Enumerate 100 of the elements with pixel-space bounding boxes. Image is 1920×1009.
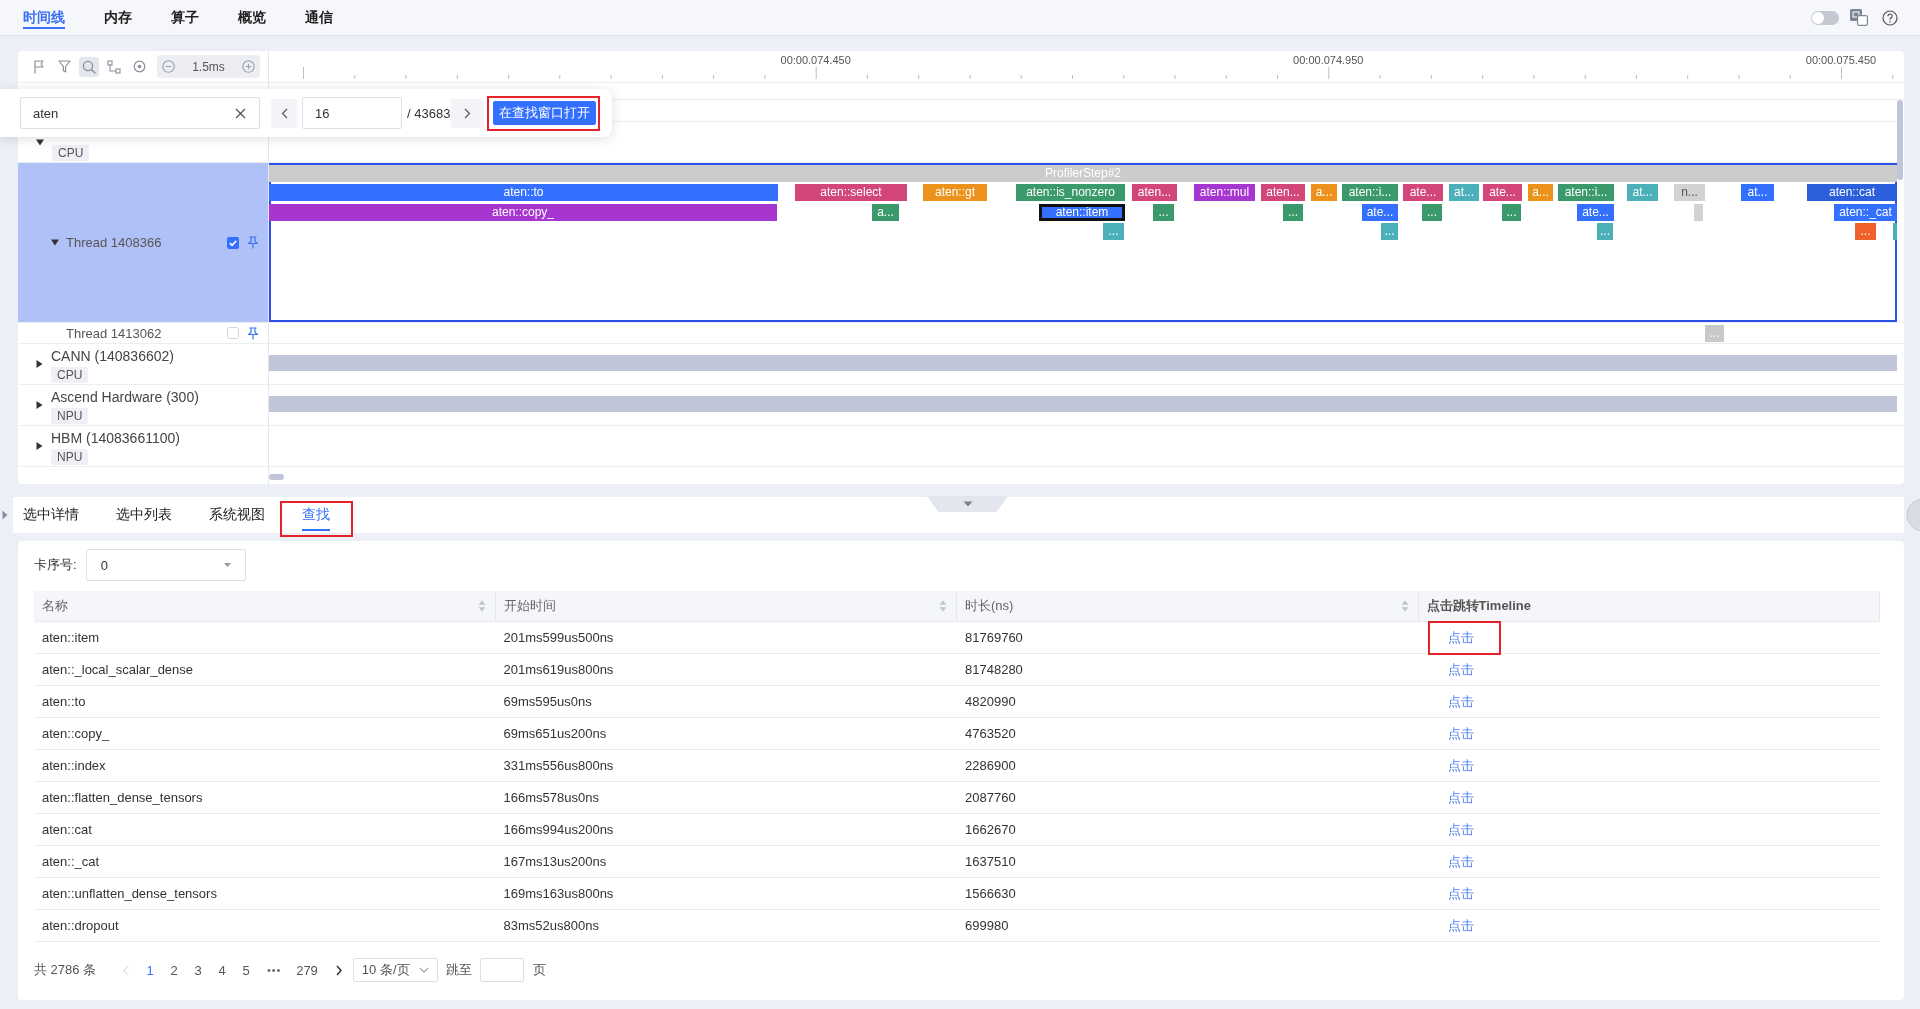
avatar-icon[interactable]: [1906, 498, 1920, 532]
jump-link[interactable]: 点击: [1447, 661, 1474, 678]
sort-icon[interactable]: [1400, 600, 1409, 612]
time-label: 00:00.075.450: [1805, 54, 1877, 66]
tab[interactable]: 查找: [302, 497, 330, 533]
tool-button[interactable]: [79, 56, 99, 77]
page-button[interactable]: 1: [138, 958, 163, 982]
jump-link[interactable]: 点击: [1447, 885, 1474, 902]
clear-icon[interactable]: [235, 107, 246, 119]
jump-link[interactable]: 点击: [1447, 629, 1474, 646]
sort-icon[interactable]: [477, 600, 486, 612]
thread-header[interactable]: Thread 1413062: [18, 323, 269, 343]
table-cell: 81748280: [957, 654, 1419, 686]
nav-tab[interactable]: 通信: [305, 0, 333, 35]
nav-tab[interactable]: 时间线: [23, 0, 65, 35]
page-input[interactable]: [479, 958, 524, 982]
jump-label: 跳至: [445, 961, 472, 979]
checkbox[interactable]: [227, 327, 239, 339]
flame-bar[interactable]: aten::select: [795, 184, 907, 201]
flame-bar[interactable]: ...: [1381, 223, 1398, 240]
squares-icon[interactable]: [1850, 9, 1868, 26]
jump-link[interactable]: 点击: [1447, 789, 1474, 806]
page-button[interactable]: 4: [210, 958, 235, 982]
zoom-in-icon[interactable]: [242, 60, 255, 73]
jump-link[interactable]: 点击: [1447, 693, 1474, 710]
chevron-down-icon: [418, 967, 429, 973]
scrollbar[interactable]: [1897, 100, 1903, 180]
scrollbar[interactable]: [269, 474, 284, 480]
table-cell: aten::dropout: [34, 910, 496, 942]
flame-bar[interactable]: n...: [1674, 184, 1705, 201]
flame-bar[interactable]: at...: [1741, 184, 1774, 201]
pin-icon[interactable]: [247, 236, 259, 249]
flame-bar[interactable]: aten::i...: [1342, 184, 1398, 201]
flame-bar[interactable]: ...: [1855, 223, 1876, 240]
result-index-field[interactable]: 16: [302, 97, 402, 129]
flame-bar[interactable]: aten::item: [1039, 204, 1125, 221]
nav-tab[interactable]: 算子: [171, 0, 199, 35]
flame-bar[interactable]: ate...: [1577, 204, 1614, 221]
page-button[interactable]: 2: [162, 958, 187, 982]
nav-tab[interactable]: 概览: [238, 0, 266, 35]
flame-bar[interactable]: aten::copy_: [269, 204, 777, 221]
flame-bar[interactable]: at...: [1449, 184, 1479, 201]
flame-bar[interactable]: aten::is_nonzero: [1016, 184, 1125, 201]
checkbox[interactable]: [227, 236, 239, 249]
page-size-select[interactable]: 10 条/页: [352, 958, 438, 982]
flame-bar[interactable]: ate...: [1362, 204, 1398, 221]
flame-bar[interactable]: aten...: [1261, 184, 1305, 201]
table-cell: 166ms994us200ns: [495, 814, 957, 846]
toggle-switch[interactable]: [1811, 10, 1839, 25]
flame-bar[interactable]: ...: [1422, 204, 1442, 221]
flame-bar[interactable]: ...: [1502, 204, 1521, 221]
flame-bar[interactable]: ate...: [1403, 184, 1443, 201]
tab[interactable]: 选中详情: [23, 497, 79, 533]
jump-link[interactable]: 点击: [1447, 853, 1474, 870]
flame-bar[interactable]: aten::cat: [1807, 184, 1897, 201]
next-result-button[interactable]: [451, 98, 485, 128]
jump-link[interactable]: 点击: [1447, 757, 1474, 774]
nav-tab[interactable]: 内存: [104, 0, 132, 35]
flame-bar[interactable]: at...: [1627, 184, 1658, 201]
flame-bar[interactable]: a...: [872, 204, 899, 221]
caret-right-icon[interactable]: [36, 442, 43, 450]
pin-icon[interactable]: [247, 326, 259, 340]
flame-bar[interactable]: ate...: [1483, 184, 1522, 201]
search-field[interactable]: aten: [20, 97, 260, 129]
column-header[interactable]: 开始时间: [495, 591, 957, 622]
flame-bar[interactable]: a...: [1528, 184, 1553, 201]
caret-down-icon[interactable]: [51, 239, 59, 246]
more-pages-button[interactable]: •••: [258, 958, 291, 982]
page-button[interactable]: 5: [234, 958, 259, 982]
flame-bar[interactable]: aten::gt: [923, 184, 987, 201]
caret-right-icon[interactable]: [36, 401, 43, 409]
flame-bar[interactable]: ...: [1153, 204, 1174, 221]
flame-bar[interactable]: aten::_cat: [1834, 204, 1897, 221]
page-button[interactable]: 279: [290, 958, 324, 982]
column-header: 点击跳转Timeline: [1418, 591, 1880, 622]
flame-bar[interactable]: a...: [1311, 184, 1337, 201]
jump-link[interactable]: 点击: [1447, 821, 1474, 838]
zoom-out-icon[interactable]: [162, 60, 175, 73]
tab[interactable]: 系统视图: [209, 497, 265, 533]
page-button[interactable]: 3: [186, 958, 211, 982]
flame-bar[interactable]: aten::mul: [1194, 184, 1255, 201]
jump-link[interactable]: 点击: [1447, 725, 1474, 742]
help-icon[interactable]: [1882, 9, 1898, 26]
type-tag: NPU: [51, 408, 89, 424]
column-header[interactable]: 名称: [34, 591, 496, 622]
tab[interactable]: 选中列表: [116, 497, 172, 533]
caret-right-icon[interactable]: [36, 360, 43, 368]
flame-bar[interactable]: aten::to: [269, 184, 778, 201]
flame-bar[interactable]: aten::i...: [1558, 184, 1614, 201]
thread-header[interactable]: Thread 1408366: [18, 163, 269, 322]
card-select[interactable]: 0: [85, 549, 246, 581]
table-cell: aten::copy_: [34, 718, 496, 750]
flame-bar[interactable]: aten...: [1132, 184, 1177, 201]
flame-bar[interactable]: ...: [1103, 223, 1124, 240]
jump-link[interactable]: 点击: [1447, 917, 1474, 934]
flame-bar[interactable]: ...: [1597, 223, 1613, 240]
column-header[interactable]: 时长(ns): [957, 591, 1419, 622]
sort-icon[interactable]: [939, 600, 947, 612]
previous-result-button[interactable]: [271, 98, 297, 128]
flame-bar[interactable]: ...: [1283, 204, 1303, 221]
